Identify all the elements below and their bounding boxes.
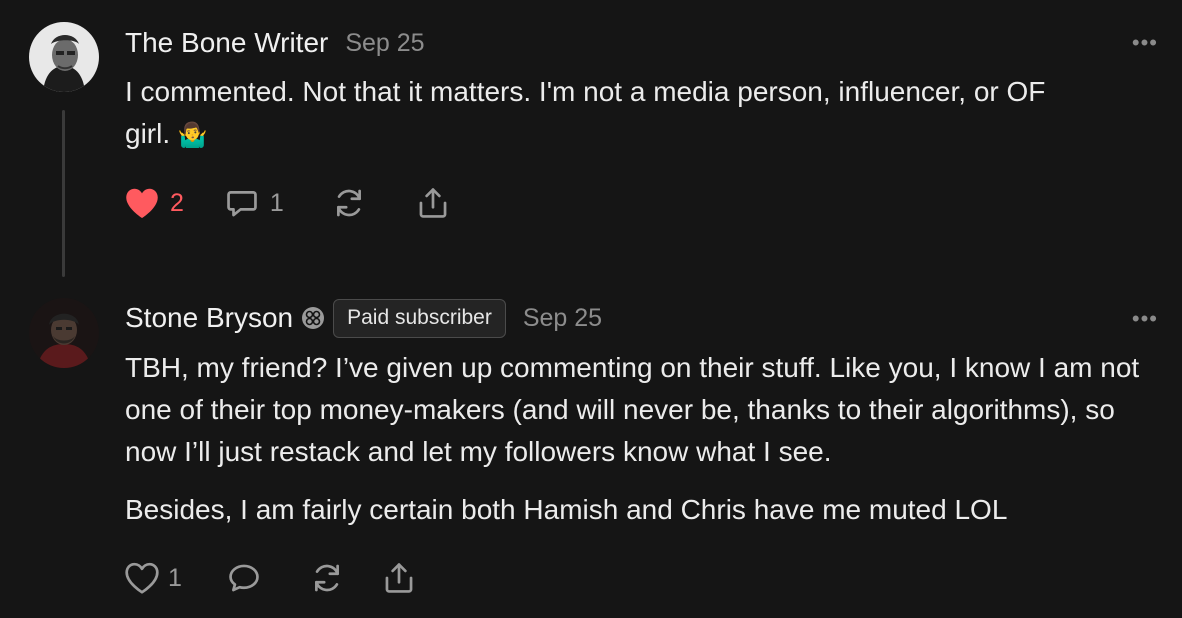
comment-date[interactable]: Sep 25 — [523, 304, 602, 333]
subscriber-badge-icon — [301, 306, 325, 330]
like-button[interactable]: 1 — [124, 561, 182, 595]
like-count: 2 — [170, 188, 184, 217]
comment-icon — [227, 191, 257, 217]
author-name[interactable]: The Bone Writer — [125, 27, 328, 59]
share-button[interactable] — [416, 185, 450, 221]
like-count: 1 — [168, 563, 182, 592]
share-icon — [419, 188, 447, 218]
thread-line — [62, 110, 65, 277]
share-button[interactable] — [382, 560, 416, 596]
avatar[interactable] — [29, 22, 99, 92]
reply-count: 1 — [269, 188, 284, 217]
comment-text-line2: girl. — [125, 118, 171, 149]
restack-icon — [336, 189, 361, 217]
heart-icon — [126, 188, 158, 218]
comment-date[interactable]: Sep 25 — [345, 29, 424, 58]
paid-subscriber-badge: Paid subscriber — [333, 298, 506, 338]
reply-button[interactable]: 1 — [224, 186, 284, 220]
comment-actions: 2 1 — [124, 183, 450, 223]
shrug-emoji: 🤷‍♂️ — [177, 122, 208, 149]
comment-actions: 1 — [124, 558, 416, 598]
comment-body: I commented. Not that it matters. I'm no… — [125, 71, 1155, 157]
more-options-icon[interactable]: ••• — [1132, 306, 1158, 332]
reply-button[interactable] — [226, 561, 262, 595]
author-name[interactable]: Stone Bryson — [125, 302, 293, 334]
avatar[interactable] — [29, 298, 99, 368]
restack-button[interactable] — [332, 186, 366, 220]
more-options-icon[interactable]: ••• — [1132, 30, 1158, 56]
comment-text-line1: I commented. Not that it matters. I'm no… — [125, 76, 1046, 107]
share-icon — [385, 563, 413, 593]
restack-button[interactable] — [310, 561, 344, 595]
comment-paragraph: TBH, my friend? I’ve given up commenting… — [125, 352, 1140, 467]
comment-icon — [229, 564, 259, 592]
restack-icon — [314, 564, 339, 592]
comment-header: The Bone Writer Sep 25 — [125, 23, 425, 63]
comment-header: Stone Bryson Paid subscriber Sep 25 — [125, 298, 602, 338]
comment-paragraph: Besides, I am fairly certain both Hamish… — [125, 494, 1008, 525]
heart-icon — [125, 562, 159, 594]
like-button[interactable]: 2 — [124, 186, 184, 220]
comment-body: TBH, my friend? I’ve given up commenting… — [125, 347, 1155, 531]
